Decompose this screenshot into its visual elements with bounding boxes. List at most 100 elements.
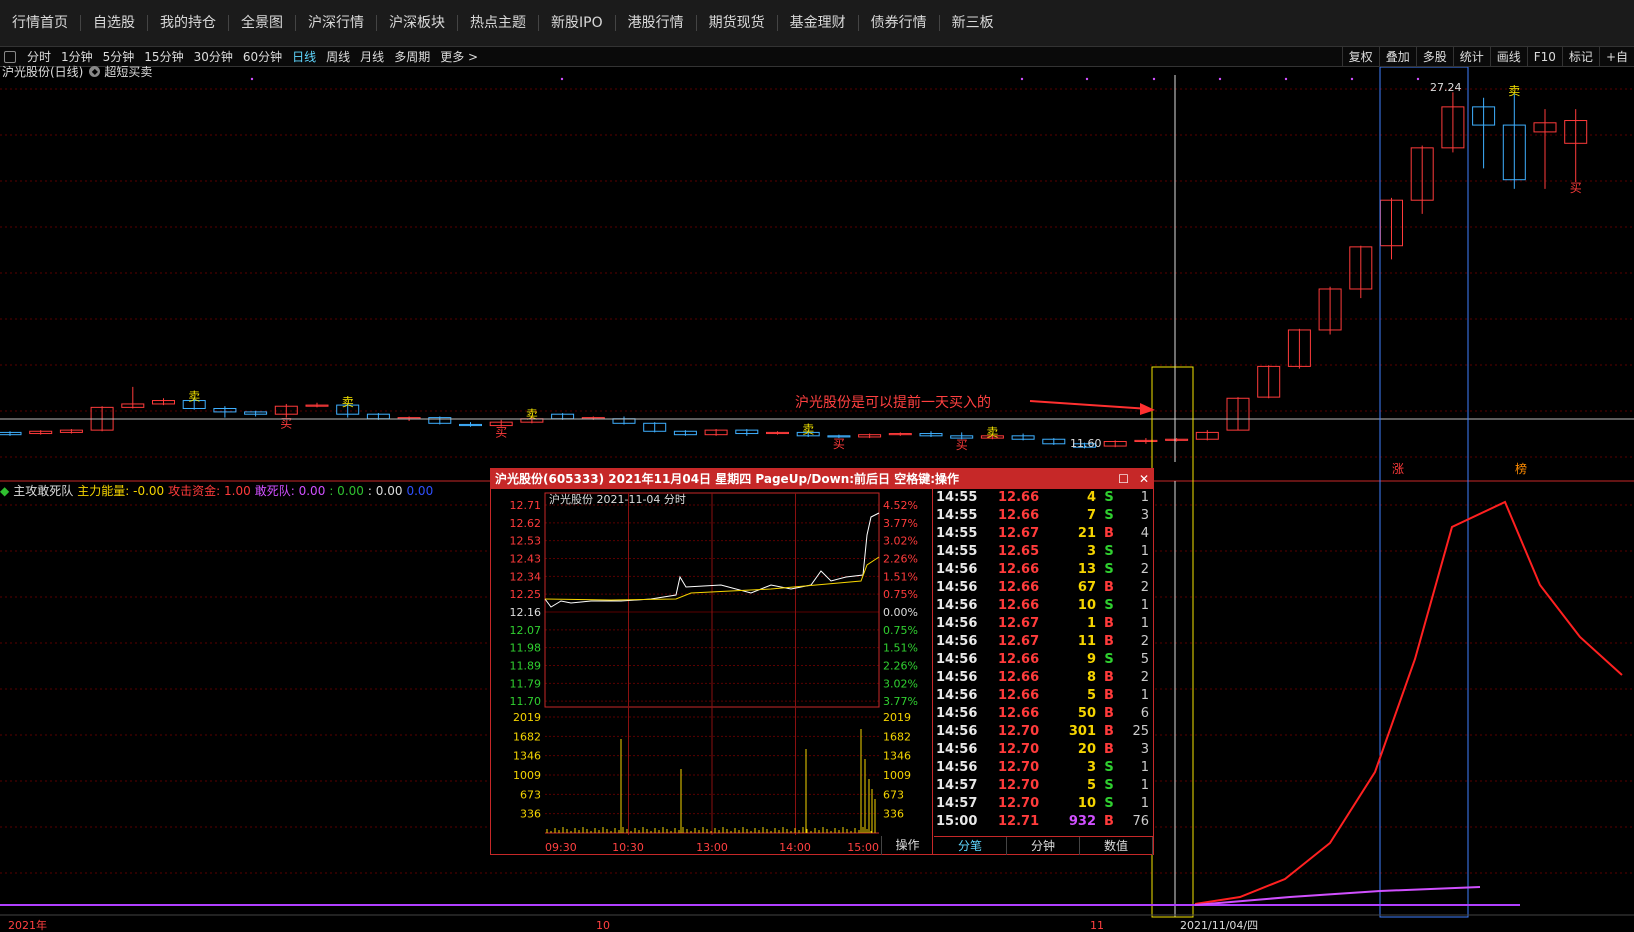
nav-item[interactable]: 全景图 bbox=[229, 0, 295, 47]
trade-row: 14:56 12.67 1 B 1 bbox=[934, 615, 1153, 633]
signal-dot bbox=[1350, 77, 1354, 81]
price-axis-label: 12.53 bbox=[510, 535, 542, 548]
chart-tool-button[interactable]: +自 bbox=[1598, 47, 1634, 67]
signal-dot bbox=[1085, 77, 1089, 81]
time-axis-label: 10:30 bbox=[612, 841, 644, 854]
price-axis-label: 12.43 bbox=[510, 553, 542, 566]
trade-time: 14:55 bbox=[936, 544, 978, 559]
sell-signal: 卖 bbox=[986, 426, 998, 440]
chart-tool-button[interactable]: 多股 bbox=[1415, 47, 1453, 67]
maximize-icon[interactable]: ☐ bbox=[1118, 469, 1129, 489]
trade-price: 12.66 bbox=[998, 562, 1040, 577]
indicator-value: 主力能量: -0.00 bbox=[77, 484, 165, 498]
trade-price: 12.67 bbox=[998, 634, 1040, 649]
trade-flag: S bbox=[1104, 760, 1114, 775]
chart-tool-button[interactable]: F10 bbox=[1526, 47, 1562, 67]
nav-item[interactable]: 热点主题 bbox=[458, 0, 538, 47]
trade-row: 14:56 12.66 5 B 1 bbox=[934, 687, 1153, 705]
chart-tool-button[interactable]: 画线 bbox=[1489, 47, 1527, 67]
nav-item[interactable]: 沪深行情 bbox=[296, 0, 376, 47]
popup-tab[interactable]: 数值 bbox=[1080, 837, 1153, 855]
price-axis-label: 12.07 bbox=[510, 624, 542, 637]
x-axis-label: 11 bbox=[1090, 919, 1104, 932]
trade-row: 14:57 12.70 10 S 1 bbox=[934, 795, 1153, 813]
trade-flag: B bbox=[1104, 634, 1114, 649]
low-price-label: 11.60 bbox=[1070, 437, 1102, 450]
trade-volume: 13 bbox=[1077, 562, 1096, 577]
trade-row: 14:56 12.66 10 S 1 bbox=[934, 597, 1153, 615]
period-tab[interactable]: 周线 bbox=[321, 47, 355, 67]
panel-toggle-icon[interactable] bbox=[4, 50, 16, 63]
intraday-chart[interactable]: 12.71 4.52% 12.62 3.77% 12.53 3.02% 12.43 2.26%… bbox=[491, 489, 933, 855]
vol-axis-label-right: 1682 bbox=[883, 730, 911, 743]
period-tab[interactable]: 60分钟 bbox=[238, 47, 287, 67]
price-axis-label: 11.79 bbox=[510, 677, 542, 690]
buy-signal: 买 bbox=[1570, 181, 1582, 195]
highlight-blue-box bbox=[1379, 67, 1469, 918]
nav-item[interactable]: 期货现货 bbox=[697, 0, 777, 47]
trade-volume: 5 bbox=[1086, 688, 1096, 703]
trade-time: 14:57 bbox=[936, 796, 978, 811]
period-tab[interactable]: 月线 bbox=[355, 47, 389, 67]
nav-item[interactable]: 行情首页 bbox=[0, 0, 80, 47]
chart-tool-button[interactable]: 复权 bbox=[1341, 47, 1379, 67]
nav-item[interactable]: 港股行情 bbox=[616, 0, 696, 47]
pct-axis-label: 3.77% bbox=[883, 517, 918, 530]
trade-time: 14:55 bbox=[936, 490, 978, 505]
indicator-value: 敢死队: 0.00 bbox=[254, 484, 326, 498]
popup-title: 沪光股份(605333) 2021年11月04日 星期四 PageUp/Down… bbox=[495, 472, 960, 486]
signal-dot bbox=[560, 77, 564, 81]
pct-axis-label: 1.51% bbox=[883, 570, 918, 583]
pct-axis-label: 0.75% bbox=[883, 624, 918, 637]
time-axis-label: 14:00 bbox=[779, 841, 811, 854]
popup-tab[interactable]: 分钟 bbox=[1007, 837, 1080, 855]
popup-tabs: 分笔 分钟 数值 bbox=[934, 836, 1153, 855]
trade-time: 14:55 bbox=[936, 508, 978, 523]
rank-mark: 榜 bbox=[1515, 461, 1527, 476]
nav-item[interactable]: 债券行情 bbox=[859, 0, 939, 47]
trade-count: 5 bbox=[1140, 652, 1149, 667]
chart-tool-button[interactable]: 叠加 bbox=[1378, 47, 1416, 67]
period-tab[interactable]: 更多 > bbox=[435, 47, 483, 67]
trade-volume: 10 bbox=[1077, 598, 1096, 613]
trade-row: 14:56 12.70 301 B 25 bbox=[934, 723, 1153, 741]
trade-volume: 4 bbox=[1086, 490, 1096, 505]
trade-flag: S bbox=[1104, 544, 1114, 559]
trade-row: 14:55 12.65 3 S 1 bbox=[934, 543, 1153, 561]
nav-item[interactable]: 我的持仓 bbox=[148, 0, 228, 47]
trade-time: 14:56 bbox=[936, 724, 978, 739]
trade-row: 14:56 12.67 11 B 2 bbox=[934, 633, 1153, 651]
tick-trade-list: 14:55 12.66 4 S 1 14:55 12.66 7 S 3 14:55 12.67 21 B 4… bbox=[934, 489, 1153, 835]
nav-item[interactable]: 基金理财 bbox=[778, 0, 858, 47]
period-tab[interactable]: 多周期 bbox=[389, 47, 435, 67]
nav-item[interactable]: 沪深板块 bbox=[377, 0, 457, 47]
period-tab[interactable]: 日线 bbox=[287, 47, 321, 67]
indicator-legend-name[interactable]: 主攻敢死队 bbox=[13, 482, 73, 499]
chart-tool-button[interactable]: 统计 bbox=[1452, 47, 1490, 67]
vol-axis-label-right: 1009 bbox=[883, 769, 911, 782]
price-axis-label: 11.89 bbox=[510, 660, 542, 673]
chart-tool-button[interactable]: 标记 bbox=[1561, 47, 1599, 67]
nav-item[interactable]: 自选股 bbox=[81, 0, 147, 47]
trade-row: 15:00 12.71 932 B 76 bbox=[934, 813, 1153, 831]
trade-count: 25 bbox=[1132, 724, 1149, 739]
nav-item[interactable]: 新股IPO bbox=[539, 0, 615, 47]
trade-count: 1 bbox=[1140, 490, 1149, 505]
vol-axis-label: 336 bbox=[520, 808, 541, 821]
trade-time: 14:56 bbox=[936, 742, 978, 757]
time-axis-label: 15:00 bbox=[847, 841, 879, 854]
trade-price: 12.70 bbox=[998, 760, 1040, 775]
trade-row: 14:56 12.66 13 S 2 bbox=[934, 561, 1153, 579]
annotation-text: 沪光股份是可以提前一天买入的 bbox=[795, 395, 991, 411]
period-tab[interactable]: 30分钟 bbox=[189, 47, 238, 67]
nav-item[interactable]: 新三板 bbox=[940, 0, 1006, 47]
trade-volume: 301 bbox=[1068, 724, 1096, 739]
operation-button[interactable]: 操作 bbox=[881, 836, 933, 855]
popup-tab[interactable]: 分笔 bbox=[934, 837, 1007, 855]
high-price-label: 27.24 bbox=[1430, 81, 1462, 94]
popup-titlebar[interactable]: 沪光股份(605333) 2021年11月04日 星期四 PageUp/Down… bbox=[491, 469, 1153, 489]
trade-volume: 5 bbox=[1086, 778, 1096, 793]
close-icon[interactable]: ✕ bbox=[1139, 469, 1149, 489]
pct-axis-label: 2.26% bbox=[883, 660, 918, 673]
sell-signal: 卖 bbox=[188, 389, 200, 403]
